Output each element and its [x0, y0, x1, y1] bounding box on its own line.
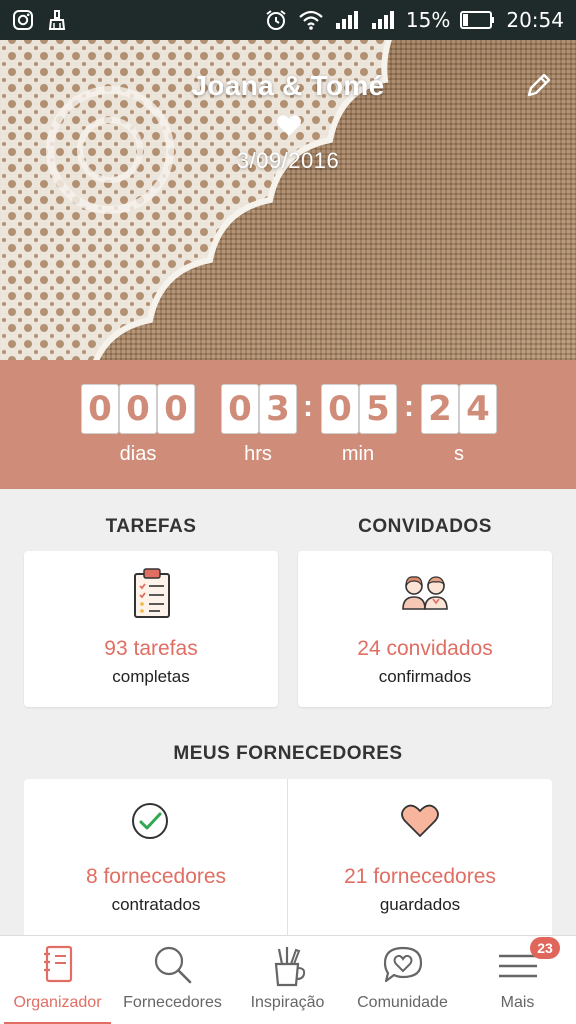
- cleaner-icon: [46, 9, 68, 31]
- countdown-digit: 0: [157, 384, 195, 434]
- vendors-saved-count: 21 fornecedores: [344, 865, 496, 888]
- tasks-title: TAREFAS: [105, 516, 197, 537]
- couple-icon: [402, 576, 448, 610]
- vendors-title: MEUS FORNECEDORES: [173, 743, 403, 764]
- instagram-icon: [12, 9, 34, 31]
- countdown-separator: :: [404, 390, 414, 423]
- wifi-icon: [298, 9, 324, 31]
- search-icon: [154, 946, 191, 984]
- bottom-navigation: Organizador Fornecedores Inspiração Comu…: [0, 935, 576, 1024]
- countdown-digit: 0: [81, 384, 119, 434]
- vendors-card: 8 fornecedores contratados 21 fornecedor…: [24, 779, 552, 939]
- nav-inspiracao[interactable]: Inspiração: [230, 936, 345, 1024]
- guests-title: CONVIDADOS: [358, 516, 492, 537]
- vendors-hired-sub: contratados: [111, 895, 201, 914]
- heart-icon: [277, 115, 301, 136]
- tasks-count: 93 tarefas: [104, 637, 198, 660]
- countdown-label-hours: hrs: [244, 443, 272, 465]
- notification-badge: 23: [530, 937, 560, 959]
- signal-icon: [334, 9, 360, 31]
- countdown-digit: 0: [221, 384, 259, 434]
- countdown-band: 0 0 0 0 3 : 0 5 : 2 4 dias hrs min s: [0, 360, 576, 489]
- nav-label: Fornecedores: [123, 994, 222, 1011]
- status-left: [12, 9, 68, 31]
- nav-label: Organizador: [13, 994, 102, 1011]
- status-right: 15% 20:54: [264, 8, 564, 32]
- vendors-saved-sub: guardados: [379, 895, 461, 914]
- clock: 20:54: [506, 8, 564, 32]
- vendors-saved[interactable]: 21 fornecedores guardados: [288, 779, 552, 939]
- countdown-digit: 4: [459, 384, 497, 434]
- battery-icon: [460, 10, 496, 30]
- chat-heart-icon: [383, 946, 422, 983]
- signal-icon: [370, 9, 396, 31]
- nav-fornecedores[interactable]: Fornecedores: [115, 936, 230, 1024]
- countdown-digit: 3: [259, 384, 297, 434]
- countdown-label-seconds: s: [454, 443, 464, 465]
- wedding-date: 3/09/2016: [236, 148, 340, 173]
- pencil-icon: [527, 73, 551, 97]
- vendors-hired-count: 8 fornecedores: [85, 865, 227, 888]
- countdown-digit: 2: [421, 384, 459, 434]
- guests-card[interactable]: 24 convidados confirmados: [298, 551, 552, 707]
- hero-banner: Joana & Tomé 3/09/2016: [0, 40, 576, 360]
- nav-label: Comunidade: [357, 994, 448, 1011]
- guests-sub: confirmados: [378, 667, 472, 686]
- guests-count: 24 convidados: [357, 637, 493, 660]
- countdown-digit: 0: [119, 384, 157, 434]
- check-circle-icon: [132, 803, 168, 839]
- heart-icon: [401, 804, 439, 837]
- countdown-digit: 5: [359, 384, 397, 434]
- edit-button[interactable]: [522, 68, 556, 102]
- status-bar: 15% 20:54: [0, 0, 576, 40]
- couple-names: Joana & Tomé: [191, 70, 385, 101]
- countdown-digit: 0: [321, 384, 359, 434]
- nav-comunidade[interactable]: Comunidade: [345, 936, 460, 1024]
- countdown-label-minutes: min: [341, 443, 375, 465]
- alarm-icon: [264, 8, 288, 32]
- notebook-icon: [43, 945, 72, 983]
- pencil-cup-icon: [274, 947, 305, 987]
- countdown-separator: :: [303, 390, 313, 423]
- countdown-label-days: dias: [119, 443, 157, 465]
- nav-label: Inspiração: [250, 994, 325, 1011]
- vendors-hired[interactable]: 8 fornecedores contratados: [24, 779, 288, 939]
- tasks-card[interactable]: 93 tarefas completas: [24, 551, 278, 707]
- nav-label: Mais: [500, 994, 535, 1011]
- tasks-sub: completas: [112, 667, 190, 686]
- battery-percent: 15%: [405, 8, 451, 32]
- clipboard-checklist-icon: [134, 568, 170, 618]
- nav-organizador[interactable]: Organizador: [0, 936, 115, 1024]
